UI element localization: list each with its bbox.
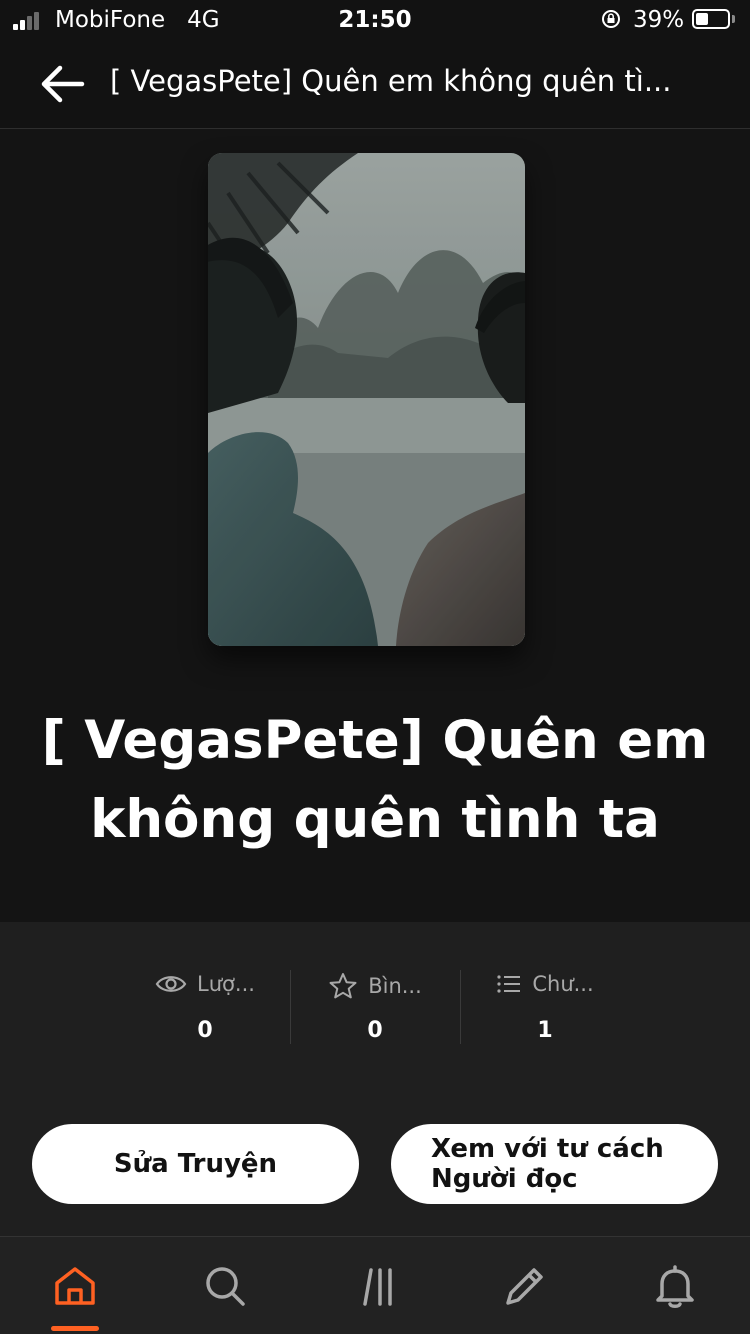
stat-chapters-label: Chư... <box>532 972 594 996</box>
eye-icon <box>155 976 187 992</box>
battery-percent: 39% <box>633 7 685 33</box>
library-icon <box>363 1268 392 1306</box>
book-cover-image[interactable] <box>208 153 525 646</box>
view-as-reader-button[interactable]: Xem với tư cách Người đọc <box>391 1124 718 1204</box>
nav-home[interactable] <box>25 1237 125 1334</box>
battery-cap <box>732 15 735 23</box>
search-icon <box>206 1267 245 1306</box>
nav-library[interactable] <box>327 1237 427 1334</box>
home-icon <box>55 1267 95 1305</box>
cover-photo <box>208 153 525 646</box>
bottom-navigation <box>0 1236 750 1334</box>
bell-icon <box>656 1265 694 1308</box>
story-detail-screen: MobiFone 4G 21:50 39% [ VegasPete] Quên … <box>0 0 750 1334</box>
nav-write[interactable] <box>475 1237 575 1334</box>
battery-icon <box>692 9 730 29</box>
book-title: [ VegasPete] Quên em không quên tình ta <box>41 710 709 850</box>
stat-reads-label: Lượ... <box>197 972 255 996</box>
stat-chapters-value: 1 <box>537 1018 553 1043</box>
battery-level-fill <box>696 13 708 25</box>
nav-active-indicator <box>51 1326 99 1331</box>
nav-notifications[interactable] <box>625 1237 725 1334</box>
status-bar: MobiFone 4G 21:50 39% <box>0 0 750 40</box>
arrow-left-icon[interactable] <box>36 58 90 110</box>
stat-chapters[interactable]: Chư... 1 <box>460 966 630 1046</box>
stat-votes-value: 0 <box>367 1018 383 1043</box>
top-app-bar: [ VegasPete] Quên em không quên tì... <box>0 40 750 129</box>
stat-reads[interactable]: Lượ... 0 <box>120 966 290 1046</box>
star-icon <box>329 973 357 999</box>
orientation-lock-icon <box>602 10 620 28</box>
story-stats-panel: Lượ... 0 Bìn... 0 Chư... 1 Sửa Truyện Xe… <box>0 922 750 1236</box>
nav-search[interactable] <box>175 1237 275 1334</box>
header-title: [ VegasPete] Quên em không quên tì... <box>110 64 672 98</box>
stat-reads-value: 0 <box>197 1018 213 1043</box>
list-icon <box>497 975 521 993</box>
pencil-icon <box>506 1268 543 1305</box>
stat-votes-label: Bìn... <box>368 974 422 998</box>
story-hero: [ VegasPete] Quên em không quên tình ta <box>0 129 750 922</box>
stat-votes[interactable]: Bìn... 0 <box>290 966 460 1046</box>
edit-story-button[interactable]: Sửa Truyện <box>32 1124 359 1204</box>
